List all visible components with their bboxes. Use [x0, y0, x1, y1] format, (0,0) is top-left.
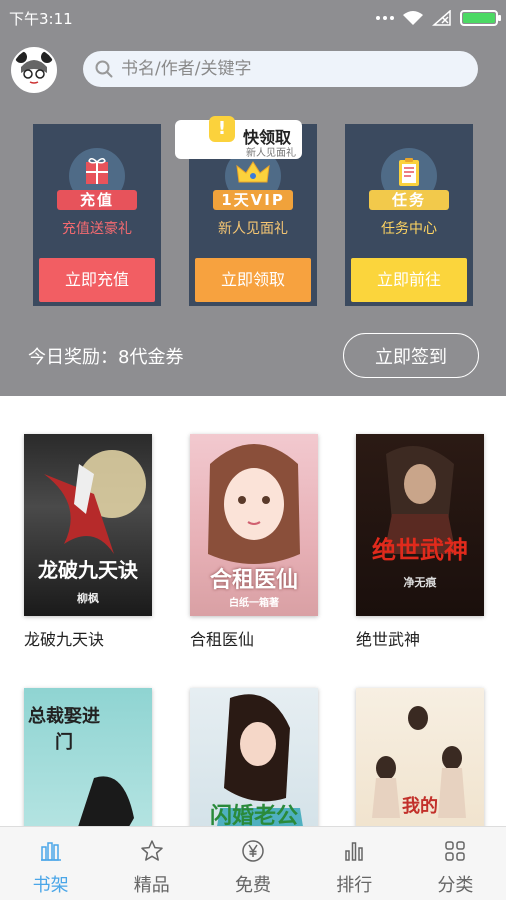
book-item[interactable]: 闪婚老公	[190, 688, 318, 826]
promo-card-task[interactable]: 任务 任务中心 立即前往	[345, 124, 473, 306]
search-bar[interactable]	[83, 51, 478, 87]
tab-label: 排行	[336, 875, 373, 896]
cover-title: 龙破九天诀	[38, 558, 138, 582]
grid-icon	[445, 841, 466, 861]
book-title[interactable]: 合租医仙	[190, 626, 318, 650]
status-icons	[376, 9, 501, 27]
book-item[interactable]: 总裁娶进门	[24, 688, 152, 826]
promo-ribbon: 任务	[369, 190, 449, 210]
search-input[interactable]	[121, 59, 441, 79]
tab-featured[interactable]: 精品	[101, 827, 202, 900]
tab-label: 免费	[235, 875, 271, 896]
tab-category[interactable]: 分类	[405, 827, 506, 900]
bookshelf-icon	[40, 842, 61, 861]
quick-claim-subtitle: 新人见面礼	[246, 148, 296, 159]
promo-subtitle: 新人见面礼	[218, 221, 288, 237]
cover-title: 合租医仙	[209, 568, 298, 593]
book-item[interactable]: 我的	[356, 688, 484, 826]
recharge-button[interactable]: 立即充值	[39, 258, 155, 302]
bookshelf-grid: 龙破九天诀 柳枫 龙破九天诀 合租医仙 白纸一箱著 合租医仙 绝世武神 净无痕 …	[0, 396, 506, 826]
book-item[interactable]: 绝世武神 净无痕 绝世武神	[356, 434, 484, 650]
promo-subtitle: 充值送豪礼	[62, 221, 132, 237]
book-title[interactable]: 绝世武神	[356, 626, 484, 650]
cover-author: 柳枫	[77, 592, 99, 605]
panda-avatar-icon[interactable]	[11, 47, 57, 93]
more-dots-icon	[376, 16, 394, 20]
search-icon	[95, 60, 113, 78]
tab-label: 书架	[32, 875, 69, 896]
battery-icon	[460, 10, 501, 26]
bottom-nav: 书架 精品 免费 排行 分类	[0, 826, 506, 900]
book-item[interactable]: 合租医仙 白纸一箱著 合租医仙	[190, 434, 318, 650]
book-title[interactable]: 龙破九天诀	[24, 626, 152, 650]
top-panel: 充值 充值送豪礼 立即充值 1天VIP 新人见面礼 立即领取	[0, 36, 506, 396]
tab-free[interactable]: 免费	[202, 827, 303, 900]
tab-bookshelf[interactable]: 书架	[0, 827, 101, 900]
star-icon	[141, 840, 163, 861]
tab-label: 分类	[437, 875, 474, 896]
cover-author: 白纸一箱著	[229, 598, 279, 609]
bar-chart-icon	[345, 842, 363, 861]
promo-card-recharge[interactable]: 充值 充值送豪礼 立即充值	[33, 124, 161, 306]
cover-author: 净无痕	[403, 576, 437, 589]
exclamation-icon: !	[209, 116, 235, 142]
tab-ranking[interactable]: 排行	[304, 827, 405, 900]
promo-ribbon: 充值	[57, 190, 137, 210]
book-cover[interactable]: 合租医仙 白纸一箱著	[190, 434, 318, 616]
yen-icon	[242, 840, 264, 862]
promo-ribbon: 1天VIP	[213, 190, 293, 210]
task-button[interactable]: 立即前往	[351, 258, 467, 302]
claim-button[interactable]: 立即领取	[195, 258, 311, 302]
wifi-icon	[403, 11, 423, 25]
promo-subtitle: 任务中心	[381, 221, 437, 237]
book-item[interactable]: 龙破九天诀 柳枫 龙破九天诀	[24, 434, 152, 650]
book-cover[interactable]: 闪婚老公	[190, 688, 318, 826]
signal-icon	[432, 10, 451, 26]
daily-reward-text: 今日奖励：8代金券	[28, 347, 184, 368]
book-cover[interactable]: 龙破九天诀 柳枫	[24, 434, 152, 616]
cover-title: 闪婚老公	[209, 804, 298, 826]
tab-label: 精品	[133, 875, 170, 896]
cover-title: 我的	[402, 796, 438, 817]
status-bar: 下午3:11	[0, 0, 506, 36]
book-cover[interactable]: 我的	[356, 688, 484, 826]
cover-title: 绝世武神	[372, 536, 468, 564]
status-time: 下午3:11	[9, 10, 73, 28]
book-cover[interactable]: 总裁娶进门	[24, 688, 152, 826]
book-cover[interactable]: 绝世武神 净无痕	[356, 434, 484, 616]
signin-button[interactable]: 立即签到	[343, 333, 479, 378]
